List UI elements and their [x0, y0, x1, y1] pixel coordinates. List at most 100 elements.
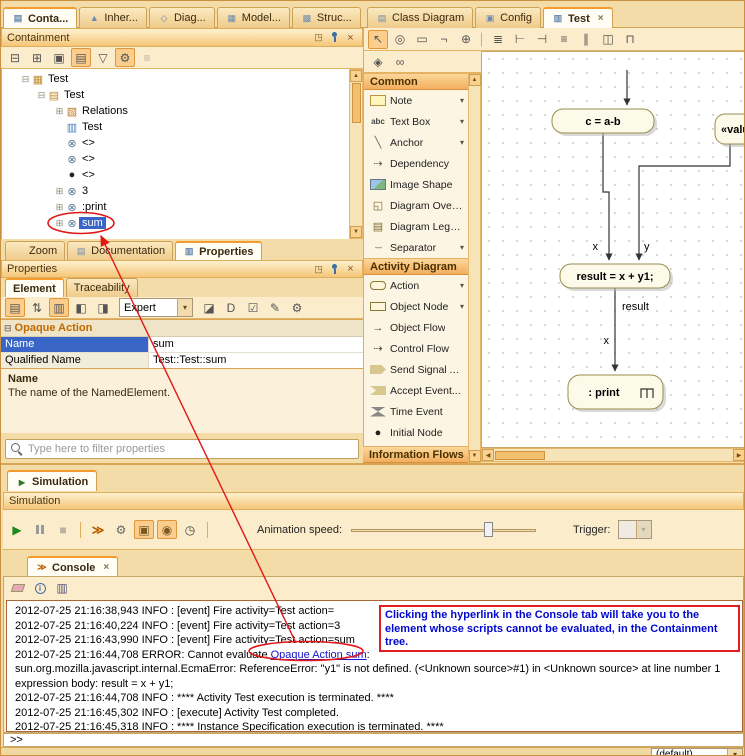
- auto-open-diagrams-toggle[interactable]: [134, 520, 154, 539]
- tab-model[interactable]: ▦ Model...: [217, 7, 290, 28]
- palette-item[interactable]: Note: [364, 90, 468, 111]
- sort-button[interactable]: ⇅: [27, 298, 47, 317]
- animation-speed-slider[interactable]: [351, 521, 536, 539]
- opaque-action-link[interactable]: Opaque Action sum: [271, 649, 367, 661]
- simulation-time-button[interactable]: [180, 520, 200, 539]
- expander-icon[interactable]: ⊞: [54, 106, 65, 117]
- group-tool[interactable]: ⊓: [620, 30, 640, 49]
- align-right-tool[interactable]: ⊣: [532, 30, 552, 49]
- dropdown-arrow-icon[interactable]: [460, 117, 464, 126]
- tree-item[interactable]: ⊞ ⊗ :print: [2, 199, 349, 215]
- console-filter-button[interactable]: [52, 579, 72, 598]
- dropdown-arrow-icon[interactable]: [460, 281, 464, 290]
- close-tab-icon[interactable]: [598, 13, 604, 24]
- tab-element[interactable]: Element: [5, 278, 64, 297]
- show-auxiliary-button[interactable]: ▤: [71, 48, 91, 67]
- align-center-tool[interactable]: ≡: [554, 30, 574, 49]
- pause-button[interactable]: [30, 520, 50, 539]
- property-group-header[interactable]: Opaque Action: [1, 320, 363, 337]
- property-row[interactable]: Qualified Name Test::Test::sum: [1, 353, 363, 369]
- dropdown-arrow-icon[interactable]: [460, 96, 464, 105]
- close-panel-icon[interactable]: [344, 263, 357, 276]
- expander-icon[interactable]: ⊞: [54, 218, 65, 229]
- toolbar-separator[interactable]: [481, 32, 483, 47]
- scroll-left-icon[interactable]: ◀: [482, 449, 494, 461]
- expand-all-button[interactable]: ⊞: [27, 48, 47, 67]
- trigger-select[interactable]: [618, 520, 652, 539]
- activity-diagram-canvas[interactable]: c = a-b «valueS result = x + y1; : print…: [481, 51, 745, 448]
- tab-simulation[interactable]: Simulation: [7, 470, 97, 491]
- tree-item[interactable]: ⊗ <>: [2, 135, 349, 151]
- filter-button[interactable]: ▽: [93, 48, 113, 67]
- select-tool[interactable]: ↖: [368, 30, 388, 49]
- property-row[interactable]: Name sum: [1, 337, 363, 353]
- options-button[interactable]: ⚙: [115, 48, 135, 67]
- tab-inheritance[interactable]: ▲ Inher...: [79, 7, 147, 28]
- terminate-button[interactable]: [53, 520, 73, 539]
- palette-item[interactable]: Common: [364, 73, 468, 90]
- float-panel-icon[interactable]: [312, 31, 325, 44]
- clear-console-button[interactable]: [8, 579, 28, 598]
- properties-filter-box[interactable]: [5, 439, 359, 459]
- tab-console[interactable]: Console: [27, 556, 118, 577]
- tree-item[interactable]: ● <>: [2, 167, 349, 183]
- align-left-tool[interactable]: ⊢: [510, 30, 530, 49]
- expander-icon[interactable]: ⊞: [54, 202, 65, 213]
- dropdown-arrow-icon[interactable]: [460, 138, 464, 147]
- tree-item[interactable]: ⊟ ▦ Test: [2, 71, 349, 87]
- group-view-button[interactable]: ▣: [49, 48, 69, 67]
- tree-scrollbar[interactable]: ▲ ▼: [349, 69, 363, 239]
- object-flow-edge-value-to-y[interactable]: [639, 144, 730, 260]
- swimlane-tool[interactable]: ◈: [368, 52, 388, 71]
- relation-map-tool[interactable]: ∞: [390, 52, 410, 71]
- tab-documentation[interactable]: ▤ Documentation: [67, 241, 173, 260]
- play-button[interactable]: [7, 520, 27, 539]
- expand-nodes-button[interactable]: ◨: [93, 298, 113, 317]
- palette-item[interactable]: Activity Diagram: [364, 258, 468, 275]
- tab-config[interactable]: ▣ Config: [475, 7, 541, 28]
- tree-item[interactable]: ⊞ ⊗ sum: [2, 215, 349, 231]
- close-tab-icon[interactable]: [103, 562, 109, 573]
- palette-item[interactable]: Time Event: [364, 401, 468, 422]
- palette-item[interactable]: abc Text Box: [364, 111, 468, 132]
- scroll-down-icon[interactable]: ▼: [469, 450, 481, 462]
- path-tool[interactable]: ¬: [434, 30, 454, 49]
- tab-zoom[interactable]: Zoom: [5, 241, 65, 260]
- distribute-tool[interactable]: ∥: [576, 30, 596, 49]
- animate-toggle[interactable]: [157, 520, 177, 539]
- tree-item[interactable]: ⊞ ⊗ 3: [2, 183, 349, 199]
- collapse-group-icon[interactable]: [4, 323, 12, 334]
- properties-filter-input[interactable]: [28, 443, 353, 455]
- link-button[interactable]: ≡: [137, 48, 157, 67]
- properties-mode-select[interactable]: Expert: [119, 298, 193, 317]
- expander-icon[interactable]: ⊞: [54, 186, 65, 197]
- tab-class-diagram[interactable]: ▤ Class Diagram: [367, 7, 473, 28]
- console-context-select[interactable]: (default): [651, 748, 743, 756]
- run-fast-button[interactable]: [88, 520, 108, 539]
- palette-item[interactable]: ● Initial Node: [364, 422, 468, 443]
- collapse-all-button[interactable]: ⊟: [5, 48, 25, 67]
- scroll-up-icon[interactable]: ▲: [350, 70, 362, 82]
- pin-panel-icon[interactable]: [328, 31, 341, 44]
- customize-button[interactable]: ⚙: [287, 298, 307, 317]
- palette-footer-category[interactable]: Information Flows: [363, 446, 468, 463]
- palette-item[interactable]: ⇢ Control Flow: [364, 338, 468, 359]
- palette-item[interactable]: → Object Flow: [364, 317, 468, 338]
- palette-item[interactable]: Object Node: [364, 296, 468, 317]
- palette-scrollbar[interactable]: ▲ ▼: [468, 73, 481, 463]
- dropdown-arrow-icon[interactable]: [460, 243, 464, 252]
- palette-item[interactable]: Image Shape: [364, 174, 468, 195]
- scroll-thumb[interactable]: [495, 451, 545, 460]
- tab-traceability[interactable]: Traceability: [66, 278, 138, 297]
- categorized-view-button[interactable]: ▤: [5, 298, 25, 317]
- scroll-up-icon[interactable]: ▲: [469, 74, 481, 86]
- containment-tree[interactable]: ⊟ ▦ Test ⊟ ▤ Test ⊞ ▧ Relations ▥ Test ⊗…: [1, 69, 349, 239]
- palette-item[interactable]: ◱ Diagram Overview: [364, 195, 468, 216]
- tree-item[interactable]: ⊞ ▧ Relations: [2, 103, 349, 119]
- palette-item[interactable]: ---- Separator: [364, 237, 468, 258]
- clone-button[interactable]: ◪: [199, 298, 219, 317]
- scroll-thumb[interactable]: [352, 83, 361, 123]
- simulation-options-button[interactable]: [111, 520, 131, 539]
- containment-lines-tool[interactable]: ≣: [488, 30, 508, 49]
- tab-containment[interactable]: ▤ Conta...: [3, 7, 77, 28]
